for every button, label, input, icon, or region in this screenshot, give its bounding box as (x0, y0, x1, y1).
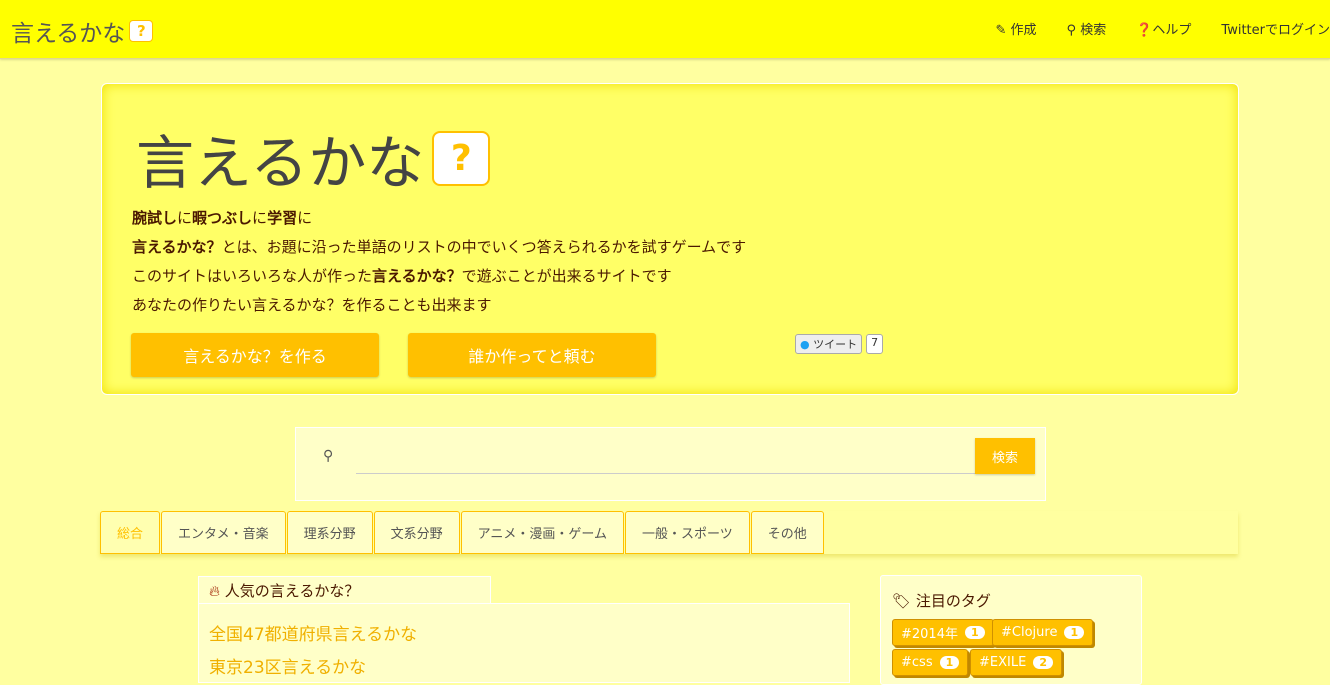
tweet-count: 7 (866, 334, 884, 354)
tab-sports[interactable]: 一般・スポーツ (625, 511, 750, 554)
popular-list: 全国47都道府県言えるかな 東京23区言えるかな (198, 603, 850, 683)
tags-heading-text: 注目のタグ (915, 592, 991, 610)
request-button[interactable]: 誰か作ってと頼む (408, 333, 656, 377)
tab-overall[interactable]: 総合 (100, 511, 161, 554)
hero-line: 言えるかな？とは、お題に沿った単語のリストの中でいくつ答えられるかを試すゲームで… (132, 233, 746, 262)
pencil-icon: ✎ (995, 23, 1007, 38)
popular-section: 🔥︎ 人気の言えるかな？ 全国47都道府県言えるかな 東京23区言えるかな (198, 576, 850, 683)
tags-icon: 🏷︎ (892, 592, 912, 610)
twitter-bird-icon: ● (800, 338, 810, 351)
nav-twitter-login[interactable]: Twitterでログイン (1221, 19, 1330, 38)
question-mark-icon: ? (432, 130, 491, 186)
brand-text: 言えるかな (11, 21, 126, 47)
hero-title: 言えるかな? (136, 116, 491, 200)
create-button[interactable]: 言えるかな？を作る (131, 333, 379, 377)
brand-logo[interactable]: 言えるかな? (11, 14, 154, 48)
hero-panel: 言えるかな? 腕試しに暇つぶしに学習に 言えるかな？とは、お題に沿った単語のリス… (101, 83, 1239, 395)
tab-other[interactable]: その他 (750, 511, 824, 554)
tag-count: 2 (1033, 656, 1053, 669)
tag-name: #2014年 (901, 627, 958, 642)
nav-label: ヘルプ (1152, 23, 1192, 38)
text: このサイトはいろいろな人が作った (132, 267, 373, 285)
nav-help[interactable]: ❓ヘルプ (1136, 19, 1191, 38)
tweet-button[interactable]: ● ツイート (795, 334, 863, 354)
popular-heading-text: 人気の言えるかな？ (224, 582, 360, 600)
tag-count: 1 (1064, 626, 1085, 639)
text: で遊ぶことが出来るサイトです (461, 267, 672, 285)
text: とは、お題に沿った単語のリストの中でいくつ答えられるかを試すゲームです (221, 238, 747, 256)
tag-name: #EXILE (979, 655, 1027, 670)
list-item[interactable]: 東京23区言えるかな (209, 653, 366, 678)
nav-label: 検索 (1080, 23, 1107, 38)
search-icon: ⚲ (1066, 23, 1077, 38)
nav-search[interactable]: ⚲ 検索 (1067, 19, 1107, 38)
tag-count: 1 (939, 656, 960, 669)
tab-science[interactable]: 理系分野 (286, 511, 373, 554)
tag-count: 1 (964, 626, 985, 639)
tag-2014[interactable]: #2014年 1 (892, 619, 994, 646)
question-mark-icon: ? (129, 20, 154, 42)
search-panel: ⚲ 検索 (295, 427, 1046, 501)
popular-heading: 🔥︎ 人気の言えるかな？ (198, 576, 491, 604)
emphasis-text: 学習 (267, 209, 298, 227)
tab-humanities[interactable]: 文系分野 (373, 511, 460, 554)
navbar: 言えるかな? ✎ 作成 ⚲ 検索 ❓ヘルプ Twitterでログイン (0, 0, 1330, 59)
help-icon: ❓ (1136, 23, 1153, 38)
search-icon: ⚲ (323, 448, 334, 464)
featured-tags: 🏷︎ 注目のタグ #2014年 1 #Clojure 1 #css 1 #EXILE 2 (880, 575, 1142, 685)
text: に (252, 209, 268, 227)
hero-title-text: 言えるかな (136, 129, 425, 197)
fire-icon: 🔥︎ (209, 582, 221, 600)
hero-line: 腕試しに暇つぶしに学習に (132, 204, 746, 233)
list-item[interactable]: 全国47都道府県言えるかな (209, 620, 417, 645)
tag-exile[interactable]: #EXILE 2 (970, 649, 1062, 676)
tweet-label: ツイート (813, 338, 858, 351)
emphasis-text: 暇つぶし (192, 209, 253, 227)
tweet-widget[interactable]: ● ツイート 7 (795, 334, 884, 354)
tag-name: #css (901, 655, 933, 670)
emphasis-text: 言えるかな？ (372, 267, 462, 285)
tab-entertainment[interactable]: エンタメ・音楽 (161, 511, 286, 554)
hero-line: あなたの作りたい言えるかな？を作ることも出来ます (132, 291, 746, 320)
tab-anime[interactable]: アニメ・漫画・ゲーム (460, 511, 625, 554)
tag-css[interactable]: #css 1 (892, 649, 969, 676)
hero-line: このサイトはいろいろな人が作った言えるかな？で遊ぶことが出来るサイトです (132, 262, 746, 291)
emphasis-text: 腕試し (132, 209, 178, 227)
hero-description: 腕試しに暇つぶしに学習に 言えるかな？とは、お題に沿った単語のリストの中でいくつ… (132, 204, 746, 320)
tag-clojure[interactable]: #Clojure 1 (992, 619, 1094, 646)
nav-label: 作成 (1010, 23, 1037, 38)
search-input[interactable] (356, 440, 976, 474)
search-button[interactable]: 検索 (975, 438, 1035, 474)
text: あなたの作りたい言えるかな？を作ることも出来ます (132, 296, 492, 314)
text: に (177, 209, 193, 227)
emphasis-text: 言えるかな？ (132, 238, 222, 256)
tag-name: #Clojure (1001, 625, 1058, 640)
category-tabs: 総合 エンタメ・音楽 理系分野 文系分野 アニメ・漫画・ゲーム 一般・スポーツ … (100, 511, 1238, 554)
nav-create[interactable]: ✎ 作成 (995, 19, 1036, 38)
text: に (297, 209, 313, 227)
tags-heading: 🏷︎ 注目のタグ (892, 590, 991, 611)
